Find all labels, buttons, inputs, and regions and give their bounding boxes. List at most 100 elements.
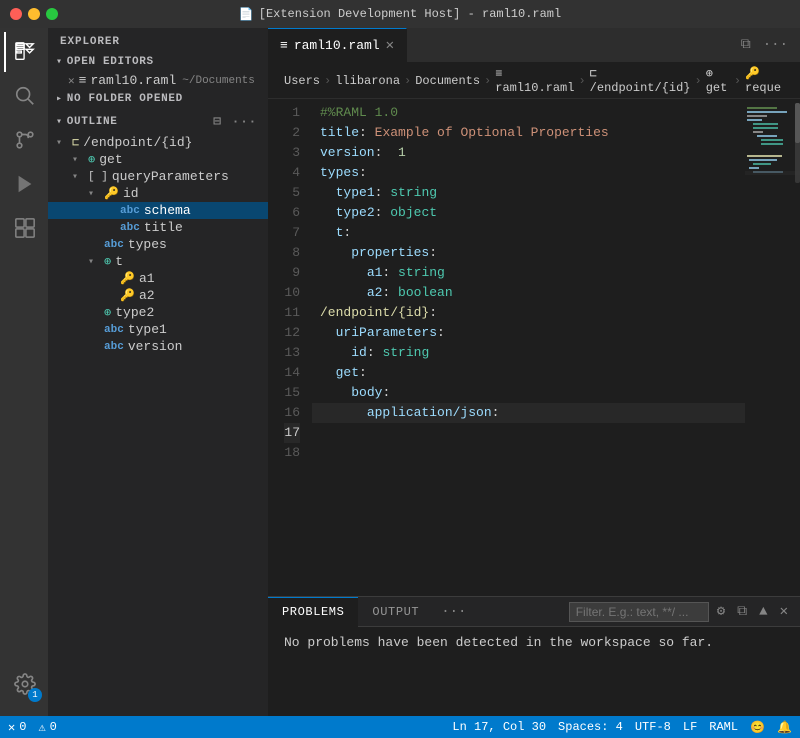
status-cursor[interactable]: Ln 17, Col 30 bbox=[452, 720, 546, 734]
breadcrumb-get[interactable]: ⊕ get bbox=[706, 66, 730, 95]
more-actions-icon[interactable]: ··· bbox=[759, 35, 792, 55]
tab-close-button[interactable]: ✕ bbox=[386, 37, 394, 54]
id-chevron: ▾ bbox=[88, 188, 104, 200]
panel-collapse-icon[interactable]: ▲ bbox=[755, 602, 771, 622]
code-line-6: type2: object bbox=[312, 203, 745, 223]
encoding-label: UTF-8 bbox=[635, 720, 671, 734]
type1-label: type1 bbox=[128, 322, 167, 337]
array-icon: [ ] bbox=[88, 171, 108, 183]
outline-t[interactable]: ▾ ⊕ t bbox=[48, 253, 268, 270]
code-content[interactable]: #%RAML 1.0 title: Example of Optional Pr… bbox=[312, 99, 745, 596]
outline-label: Outline bbox=[67, 116, 118, 128]
panel-filter-icon[interactable]: ⚙ bbox=[713, 601, 729, 622]
status-errors[interactable]: ✕ 0 bbox=[8, 720, 26, 735]
sidebar-title: Explorer bbox=[48, 28, 268, 52]
outline-filter-icon[interactable]: ⊟ bbox=[210, 113, 225, 130]
status-language[interactable]: RAML bbox=[709, 720, 738, 734]
window-controls[interactable] bbox=[10, 8, 58, 20]
outline-header[interactable]: ▾ Outline ⊟ ··· bbox=[48, 109, 268, 134]
endpoint-icon: ⊏ bbox=[72, 135, 79, 150]
outline-a2[interactable]: ▾ 🔑 a2 bbox=[48, 287, 268, 304]
outline-type1[interactable]: ▾ abc type1 bbox=[48, 321, 268, 338]
panel-tab-problems[interactable]: PROBLEMS bbox=[268, 597, 358, 627]
status-spaces[interactable]: Spaces: 4 bbox=[558, 720, 623, 734]
abc-icon-title: abc bbox=[120, 222, 140, 234]
code-line-17: application/json: bbox=[312, 403, 745, 423]
code-line-3: version: 1 bbox=[312, 143, 745, 163]
settings-activity-icon[interactable]: 1 bbox=[4, 664, 44, 704]
outline-more-icon[interactable]: ··· bbox=[229, 113, 260, 130]
breadcrumb-documents[interactable]: Documents bbox=[415, 74, 480, 88]
status-face[interactable]: 😊 bbox=[750, 720, 765, 735]
type2-icon: ⊕ bbox=[104, 305, 111, 320]
outline-version[interactable]: ▾ abc version bbox=[48, 338, 268, 355]
outline-a1[interactable]: ▾ 🔑 a1 bbox=[48, 270, 268, 287]
id-label: id bbox=[123, 186, 139, 201]
outline-type2[interactable]: ▾ ⊕ type2 bbox=[48, 304, 268, 321]
abc-icon-types: abc bbox=[104, 239, 124, 251]
source-control-activity-icon[interactable] bbox=[4, 120, 44, 160]
breadcrumb-users[interactable]: Users bbox=[284, 74, 320, 88]
get-chevron: ▾ bbox=[72, 154, 88, 166]
tab-label: raml10.raml bbox=[294, 38, 380, 53]
endpoint-label: /endpoint/{id} bbox=[83, 135, 192, 150]
panel-copy-icon[interactable]: ⧉ bbox=[733, 602, 751, 622]
query-params-label: queryParameters bbox=[112, 169, 229, 184]
panel-tab-more[interactable]: ··· bbox=[433, 604, 474, 620]
breadcrumb-endpoint[interactable]: ⊏ /endpoint/{id} bbox=[590, 66, 691, 95]
language-label: RAML bbox=[709, 720, 738, 734]
open-file-name: raml10.raml bbox=[90, 73, 176, 88]
panel-tab-output[interactable]: OUTPUT bbox=[358, 597, 433, 627]
code-line-5: type1: string bbox=[312, 183, 745, 203]
breadcrumb-raml10[interactable]: ≡ raml10.raml bbox=[495, 67, 574, 95]
status-bar: ✕ 0 ⚠ 0 Ln 17, Col 30 Spaces: 4 UTF-8 LF… bbox=[0, 716, 800, 738]
no-folder-chevron: ▸ bbox=[56, 93, 63, 105]
outline-types-abc[interactable]: ▾ abc types bbox=[48, 236, 268, 253]
close-file-icon[interactable]: ✕ bbox=[68, 74, 75, 88]
open-editors-header[interactable]: ▾ Open Editors bbox=[48, 52, 268, 72]
face-icon: 😊 bbox=[750, 720, 765, 735]
status-warnings[interactable]: ⚠ 0 bbox=[38, 720, 56, 735]
t-chevron: ▾ bbox=[88, 256, 104, 268]
code-editor[interactable]: 12345 678910 1112131415 161718 #%RAML 1.… bbox=[268, 99, 800, 596]
explorer-activity-icon[interactable] bbox=[4, 32, 44, 72]
spaces-label: Spaces: 4 bbox=[558, 720, 623, 734]
code-line-9: a1: string bbox=[312, 263, 745, 283]
breadcrumb-llibarona[interactable]: llibarona bbox=[335, 74, 400, 88]
close-button[interactable] bbox=[10, 8, 22, 20]
a2-key-icon: 🔑 bbox=[120, 288, 135, 303]
schema-label: schema bbox=[144, 203, 191, 218]
editor-tab-raml10[interactable]: ≡ raml10.raml ✕ bbox=[268, 28, 407, 63]
panel-filter-input[interactable] bbox=[569, 602, 709, 622]
outline-title[interactable]: ▾ abc title bbox=[48, 219, 268, 236]
maximize-button[interactable] bbox=[46, 8, 58, 20]
code-line-4: types: bbox=[312, 163, 745, 183]
status-bell[interactable]: 🔔 bbox=[777, 720, 792, 735]
outline-query-params[interactable]: ▾ [ ] queryParameters bbox=[48, 168, 268, 185]
status-encoding[interactable]: UTF-8 bbox=[635, 720, 671, 734]
get-label: get bbox=[99, 152, 122, 167]
panel-actions: ⚙ ⧉ ▲ ✕ bbox=[569, 601, 800, 622]
id-key-icon: 🔑 bbox=[104, 186, 119, 201]
minimize-button[interactable] bbox=[28, 8, 40, 20]
status-eol[interactable]: LF bbox=[683, 720, 697, 734]
warning-icon: ⚠ bbox=[38, 720, 45, 735]
panel-close-icon[interactable]: ✕ bbox=[776, 601, 792, 622]
open-file-item[interactable]: ✕ ≡ raml10.raml ~/Documents bbox=[48, 72, 268, 89]
breadcrumb-request[interactable]: 🔑 reque bbox=[745, 66, 784, 95]
eol-label: LF bbox=[683, 720, 697, 734]
extensions-activity-icon[interactable] bbox=[4, 208, 44, 248]
outline-endpoint[interactable]: ▾ ⊏ /endpoint/{id} bbox=[48, 134, 268, 151]
search-activity-icon[interactable] bbox=[4, 76, 44, 116]
outline-id[interactable]: ▾ 🔑 id bbox=[48, 185, 268, 202]
t-label: t bbox=[115, 254, 123, 269]
title-label: title bbox=[144, 220, 183, 235]
debug-activity-icon[interactable] bbox=[4, 164, 44, 204]
split-editor-icon[interactable]: ⧉ bbox=[737, 35, 755, 55]
minimap bbox=[745, 99, 800, 596]
outline-schema[interactable]: ▾ abc schema bbox=[48, 202, 268, 219]
no-folder-header[interactable]: ▸ No Folder Opened bbox=[48, 89, 268, 109]
open-file-path: ~/Documents bbox=[182, 75, 255, 87]
a1-key-icon: 🔑 bbox=[120, 271, 135, 286]
outline-get[interactable]: ▾ ⊕ get bbox=[48, 151, 268, 168]
